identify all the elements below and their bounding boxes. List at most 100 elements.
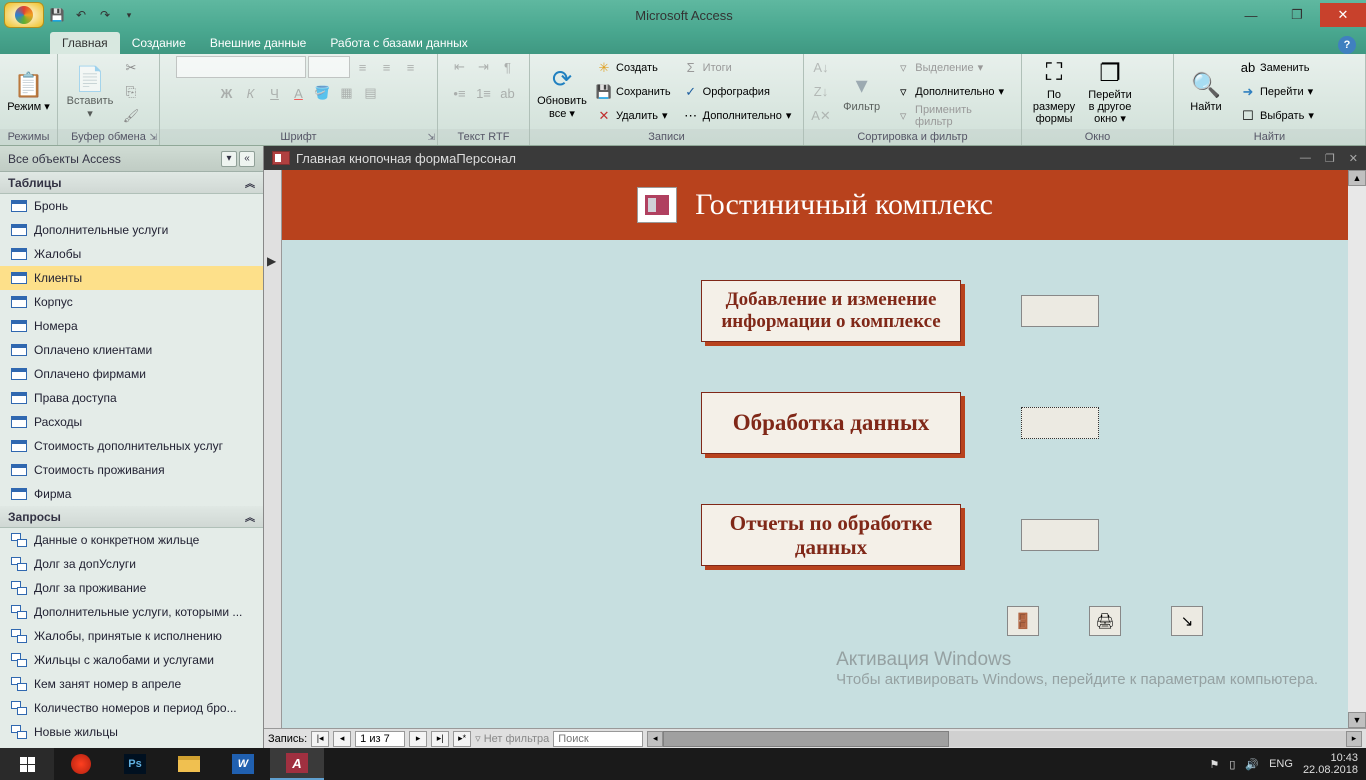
- sort-asc-icon[interactable]: A↓: [810, 57, 832, 79]
- nav-pane-header[interactable]: Все объекты Access ▾«: [0, 146, 263, 172]
- format-painter-icon[interactable]: 🖌: [120, 105, 142, 127]
- qat-redo-icon[interactable]: ↷: [94, 4, 116, 26]
- view-mode-button[interactable]: 📋Режим ▾: [6, 57, 51, 127]
- nav-query-item[interactable]: Жильцы с жалобами и услугами: [0, 648, 263, 672]
- qat-customize-icon[interactable]: ▾: [118, 4, 140, 26]
- record-search-box[interactable]: Поиск: [553, 731, 643, 747]
- nav-query-item[interactable]: Долг за проживание: [0, 576, 263, 600]
- font-color-icon[interactable]: А: [288, 82, 310, 104]
- switch-window-button[interactable]: ❐Перейти в другое окно ▾: [1084, 57, 1136, 127]
- nav-table-item[interactable]: Дополнительные услуги: [0, 218, 263, 242]
- nav-section-queries[interactable]: Запросы︽: [0, 506, 263, 528]
- nav-table-item[interactable]: Права доступа: [0, 386, 263, 410]
- decrease-indent-icon[interactable]: ⇤: [449, 56, 471, 78]
- nav-table-item[interactable]: Оплачено фирмами: [0, 362, 263, 386]
- fit-form-button[interactable]: ⛶По размеру формы: [1028, 57, 1080, 127]
- nav-query-item[interactable]: Новые жильцы: [0, 720, 263, 744]
- nav-table-item[interactable]: Оплачено клиентами: [0, 338, 263, 362]
- nav-table-item[interactable]: Фирма: [0, 482, 263, 506]
- italic-icon[interactable]: К: [240, 82, 262, 104]
- record-selector[interactable]: ▶: [264, 170, 282, 728]
- help-icon[interactable]: ?: [1338, 36, 1356, 54]
- nav-table-item[interactable]: Стоимость проживания: [0, 458, 263, 482]
- nav-query-item[interactable]: Кем занят номер в апреле: [0, 672, 263, 696]
- save-record-button[interactable]: 💾Сохранить: [592, 81, 675, 103]
- record-position-box[interactable]: 1 из 7: [355, 731, 405, 747]
- nav-table-item[interactable]: Жалобы: [0, 242, 263, 266]
- align-right-icon[interactable]: ≡: [400, 56, 422, 78]
- tray-clock[interactable]: 10:43 22.08.2018: [1303, 752, 1358, 776]
- qat-undo-icon[interactable]: ↶: [70, 4, 92, 26]
- window-close-button[interactable]: ✕: [1320, 3, 1366, 27]
- nav-table-item[interactable]: Корпус: [0, 290, 263, 314]
- fill-color-icon[interactable]: 🪣: [312, 82, 334, 104]
- nav-table-item[interactable]: Бронь: [0, 194, 263, 218]
- qat-save-icon[interactable]: 💾: [46, 4, 68, 26]
- switchboard-button-2[interactable]: Обработка данных: [701, 392, 961, 454]
- delete-record-button[interactable]: ✕Удалить ▾: [592, 105, 675, 127]
- font-launcher-icon[interactable]: ⇲: [427, 132, 435, 143]
- gridlines-icon[interactable]: ▦: [336, 82, 358, 104]
- nav-table-item[interactable]: Стоимость дополнительных услуг: [0, 434, 263, 458]
- new-record-button[interactable]: ✳Создать: [592, 57, 675, 79]
- tray-flag-icon[interactable]: ⚑: [1209, 758, 1219, 771]
- new-record-nav-button[interactable]: ▸*: [453, 731, 471, 747]
- taskbar-explorer-icon[interactable]: [162, 748, 216, 780]
- taskbar-word-icon[interactable]: W: [216, 748, 270, 780]
- taskbar-photoshop-icon[interactable]: Ps: [108, 748, 162, 780]
- clear-sort-icon[interactable]: A✕: [810, 105, 832, 127]
- filter-indicator[interactable]: ▿Нет фильтра: [475, 732, 549, 745]
- form-restore-button[interactable]: ❐: [1325, 152, 1335, 165]
- switchboard-button-1[interactable]: Добавление и изменение информации о комп…: [701, 280, 961, 342]
- filter-button[interactable]: ▾Фильтр: [836, 57, 887, 127]
- tab-database-tools[interactable]: Работа с базами данных: [318, 32, 479, 54]
- nav-query-item[interactable]: Данные о конкретном жильце: [0, 528, 263, 552]
- underline-icon[interactable]: Ч: [264, 82, 286, 104]
- switchboard-aux-button-2[interactable]: [1021, 407, 1099, 439]
- copy-icon[interactable]: ⎘: [120, 81, 142, 103]
- nav-table-item[interactable]: Номера: [0, 314, 263, 338]
- highlight-icon[interactable]: ab: [497, 82, 519, 104]
- align-left-icon[interactable]: ≡: [352, 56, 374, 78]
- tray-network-icon[interactable]: ▯: [1229, 758, 1235, 771]
- tab-home[interactable]: Главная: [50, 32, 120, 54]
- tab-external-data[interactable]: Внешние данные: [198, 32, 319, 54]
- taskbar-access-icon[interactable]: A: [270, 748, 324, 780]
- font-family-combo[interactable]: [176, 56, 306, 78]
- paste-button[interactable]: 📄Вставить ▾: [64, 57, 116, 127]
- print-icon-button[interactable]: 🖨: [1089, 606, 1121, 636]
- refresh-all-button[interactable]: ⟳Обновить все ▾: [536, 57, 588, 127]
- selection-filter-button[interactable]: ▿Выделение ▾: [891, 57, 1015, 79]
- form-titlebar[interactable]: Главная кнопочная формаПерсонал — ❐ ✕: [264, 146, 1366, 170]
- prev-record-button[interactable]: ◂: [333, 731, 351, 747]
- nav-table-item[interactable]: Расходы: [0, 410, 263, 434]
- next-record-button[interactable]: ▸: [409, 731, 427, 747]
- window-minimize-button[interactable]: —: [1228, 3, 1274, 27]
- nav-table-item[interactable]: Клиенты: [0, 266, 263, 290]
- scroll-up-icon[interactable]: ▲: [1348, 170, 1366, 186]
- last-record-button[interactable]: ▸|: [431, 731, 449, 747]
- find-button[interactable]: 🔍Найти: [1180, 57, 1232, 127]
- switchboard-aux-button-1[interactable]: [1021, 295, 1099, 327]
- nav-menu-icon[interactable]: ▾: [221, 151, 237, 167]
- start-button[interactable]: [0, 748, 54, 780]
- select-button[interactable]: ☐Выбрать ▾: [1236, 105, 1318, 127]
- tray-lang[interactable]: ENG: [1269, 758, 1293, 770]
- nav-collapse-icon[interactable]: «: [239, 151, 255, 167]
- ltr-icon[interactable]: ¶: [497, 56, 519, 78]
- exit-icon-button[interactable]: 🚪: [1007, 606, 1039, 636]
- office-button[interactable]: [4, 2, 44, 28]
- bold-icon[interactable]: Ж: [216, 82, 238, 104]
- numbering-icon[interactable]: 1≡: [473, 82, 495, 104]
- nav-section-tables[interactable]: Таблицы︽: [0, 172, 263, 194]
- totals-button[interactable]: ΣИтоги: [679, 57, 796, 79]
- nav-query-item[interactable]: Долг за допУслуги: [0, 552, 263, 576]
- form-close-button[interactable]: ✕: [1349, 152, 1358, 165]
- increase-indent-icon[interactable]: ⇥: [473, 56, 495, 78]
- align-center-icon[interactable]: ≡: [376, 56, 398, 78]
- font-size-combo[interactable]: [308, 56, 350, 78]
- goto-button[interactable]: ➜Перейти ▾: [1236, 81, 1318, 103]
- form-minimize-button[interactable]: —: [1300, 152, 1311, 165]
- replace-button[interactable]: abЗаменить: [1236, 57, 1318, 79]
- vertical-scrollbar[interactable]: ▲ ▼: [1348, 170, 1366, 728]
